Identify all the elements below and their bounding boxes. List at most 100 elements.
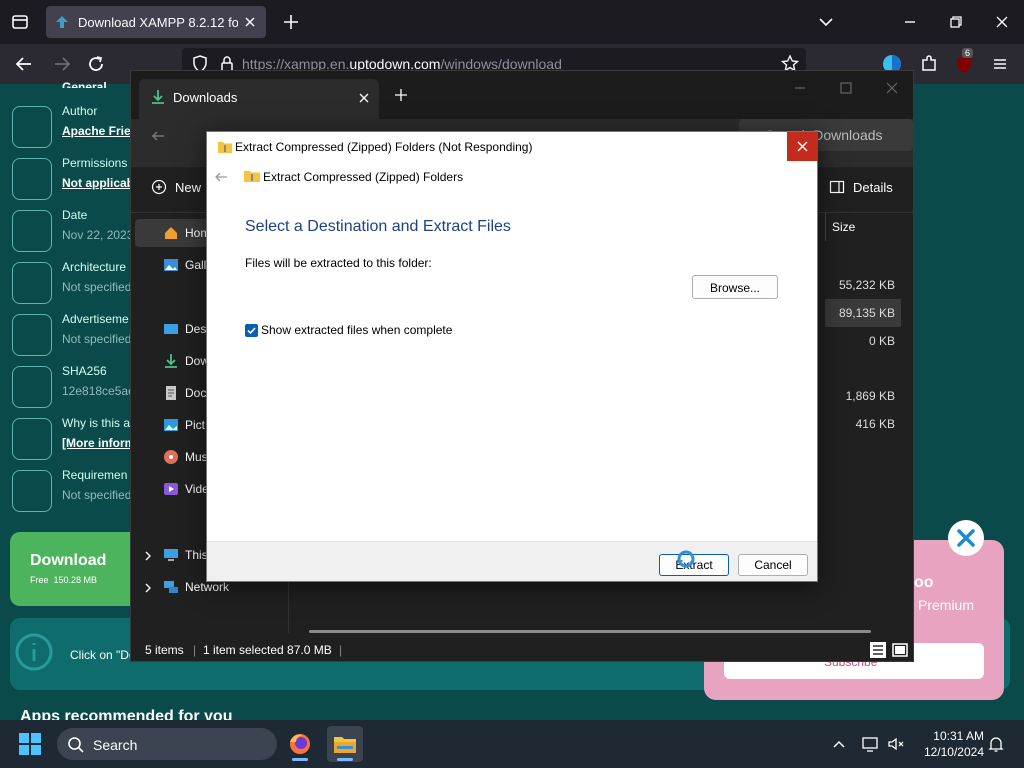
zip-folder-icon bbox=[217, 140, 233, 154]
taskbar-clock[interactable]: 10:31 AM 12/10/2024 bbox=[912, 728, 984, 760]
info-item-why: Why is this a [More inform bbox=[10, 416, 140, 468]
file-size-cell: 1,869 KB bbox=[845, 389, 895, 403]
chevron-up-icon[interactable] bbox=[829, 734, 849, 754]
ublock-extension-icon[interactable]: 6 bbox=[952, 48, 976, 76]
nav-item-downloads[interactable]: Dow bbox=[163, 347, 209, 375]
column-header-size[interactable]: Size bbox=[825, 213, 905, 241]
extensions-puzzle-icon[interactable] bbox=[917, 52, 941, 76]
close-icon bbox=[797, 141, 808, 152]
destination-label: Files will be extracted to this folder: bbox=[245, 256, 432, 270]
file-size-cell: 89,135 KB bbox=[825, 299, 901, 327]
app-info-list: Author Apache Frien Permissions Not appl… bbox=[0, 84, 138, 524]
browser-tab-strip: Download XAMPP 8.2.12 for W bbox=[0, 0, 1024, 44]
download-icon bbox=[149, 88, 167, 106]
search-icon bbox=[68, 737, 84, 753]
maximize-icon[interactable] bbox=[837, 79, 855, 97]
shield-icon bbox=[12, 366, 52, 408]
info-item-author: Author Apache Frien bbox=[10, 104, 140, 156]
status-selection: 1 item selected 87.0 MB bbox=[203, 643, 332, 657]
info-item-permissions: Permissions Not applicab bbox=[10, 156, 140, 208]
close-tab-icon[interactable] bbox=[242, 14, 258, 30]
new-button[interactable]: New bbox=[151, 179, 201, 195]
info-circle-icon bbox=[15, 633, 53, 671]
info-item-date: Date Nov 22, 2023 bbox=[10, 208, 140, 260]
nav-item-pictures[interactable]: Pict bbox=[163, 411, 205, 439]
pictures-icon bbox=[164, 419, 178, 431]
nav-item-this-pc[interactable]: This bbox=[163, 541, 208, 569]
chevron-right-icon[interactable] bbox=[143, 551, 153, 561]
info-item-requirements: Requiremen Not specified bbox=[10, 468, 140, 520]
promo-close-icon[interactable] bbox=[948, 520, 984, 556]
explorer-tab-downloads[interactable]: Downloads bbox=[139, 79, 379, 119]
dialog-breadcrumb: Extract Compressed (Zipped) Folders bbox=[263, 170, 464, 184]
checkmark-icon bbox=[247, 327, 256, 335]
show-files-checkbox[interactable] bbox=[245, 324, 258, 337]
details-pane-icon bbox=[829, 180, 845, 194]
nav-item-music[interactable]: Mus bbox=[163, 443, 208, 471]
browser-tab-title: Download XAMPP 8.2.12 for W bbox=[78, 14, 238, 30]
dialog-title-bar: Extract Compressed (Zipped) Folders (Not… bbox=[207, 132, 818, 162]
extension-badge: 6 bbox=[962, 48, 974, 58]
firefox-taskbar-icon[interactable] bbox=[282, 726, 318, 762]
calendar-icon bbox=[12, 210, 52, 252]
close-tab-icon[interactable] bbox=[357, 91, 371, 105]
windows-start-icon[interactable] bbox=[18, 732, 42, 756]
new-tab-icon[interactable] bbox=[393, 87, 409, 103]
phone-icon bbox=[12, 470, 52, 512]
reload-icon[interactable] bbox=[84, 52, 108, 76]
browse-button[interactable]: Browse... bbox=[692, 275, 778, 299]
network-icon bbox=[164, 581, 178, 593]
nav-item-documents[interactable]: Doc bbox=[163, 379, 206, 407]
gallery-icon bbox=[164, 259, 178, 271]
zip-folder-icon bbox=[243, 169, 261, 183]
taskbar-search-box[interactable]: Search bbox=[57, 728, 277, 760]
busy-cursor-icon bbox=[677, 550, 695, 568]
cancel-button[interactable]: Cancel bbox=[738, 554, 808, 576]
tiles-view-icon[interactable] bbox=[891, 641, 909, 659]
status-item-count: 5 items bbox=[145, 643, 184, 657]
chevron-right-icon[interactable] bbox=[143, 583, 153, 593]
download-size-label: 150.28 MB bbox=[53, 575, 98, 585]
back-arrow-icon[interactable] bbox=[12, 52, 36, 76]
uptodown-favicon-icon bbox=[56, 16, 68, 28]
nav-item-videos[interactable]: Vide bbox=[163, 475, 209, 503]
details-view-icon[interactable] bbox=[869, 641, 887, 659]
lightbulb-icon bbox=[12, 418, 52, 460]
close-window-icon[interactable] bbox=[990, 10, 1014, 34]
file-size-cell: 0 KB bbox=[868, 334, 895, 348]
info-item-advertisement: Advertiseme Not specified bbox=[10, 312, 140, 364]
restore-icon[interactable] bbox=[944, 10, 968, 34]
file-size-cell: 55,232 KB bbox=[838, 278, 895, 292]
dialog-close-button[interactable] bbox=[787, 132, 818, 161]
documents-icon bbox=[166, 386, 176, 400]
minimize-icon[interactable] bbox=[791, 79, 809, 97]
details-button[interactable]: Details bbox=[829, 179, 893, 195]
tab-overflow-chevron-icon[interactable] bbox=[814, 10, 838, 34]
clock-time: 10:31 AM bbox=[933, 729, 984, 743]
horizontal-scrollbar[interactable] bbox=[309, 630, 871, 633]
network-tray-icon[interactable] bbox=[861, 734, 881, 754]
forward-arrow-icon[interactable] bbox=[50, 52, 74, 76]
show-files-label[interactable]: Show extracted files when complete bbox=[261, 323, 452, 337]
megaphone-icon bbox=[12, 314, 52, 356]
author-icon bbox=[12, 106, 52, 148]
close-window-icon[interactable] bbox=[883, 79, 901, 97]
back-arrow-icon[interactable] bbox=[149, 127, 167, 145]
new-tab-icon[interactable] bbox=[279, 10, 303, 34]
site-download-button[interactable]: Download Free 150.28 MB bbox=[10, 532, 134, 606]
desktop-icon bbox=[164, 324, 178, 334]
speaker-muted-icon[interactable] bbox=[886, 734, 906, 754]
extract-dialog: Extract Compressed (Zipped) Folders (Not… bbox=[206, 131, 818, 582]
minimize-icon[interactable] bbox=[898, 10, 922, 34]
file-explorer-taskbar-icon[interactable] bbox=[327, 726, 363, 762]
back-arrow-icon[interactable] bbox=[213, 169, 229, 185]
hamburger-menu-icon[interactable] bbox=[988, 52, 1012, 76]
list-all-tabs-icon[interactable] bbox=[8, 10, 32, 34]
notification-bell-icon[interactable] bbox=[986, 734, 1006, 754]
browser-tab-active[interactable]: Download XAMPP 8.2.12 for W bbox=[46, 6, 266, 38]
nav-item-gallery[interactable]: Gall bbox=[163, 251, 206, 279]
this-pc-icon bbox=[164, 549, 178, 561]
download-icon bbox=[165, 354, 177, 368]
nav-item-desktop[interactable]: Desk bbox=[163, 315, 212, 343]
clock-date: 12/10/2024 bbox=[923, 745, 984, 759]
